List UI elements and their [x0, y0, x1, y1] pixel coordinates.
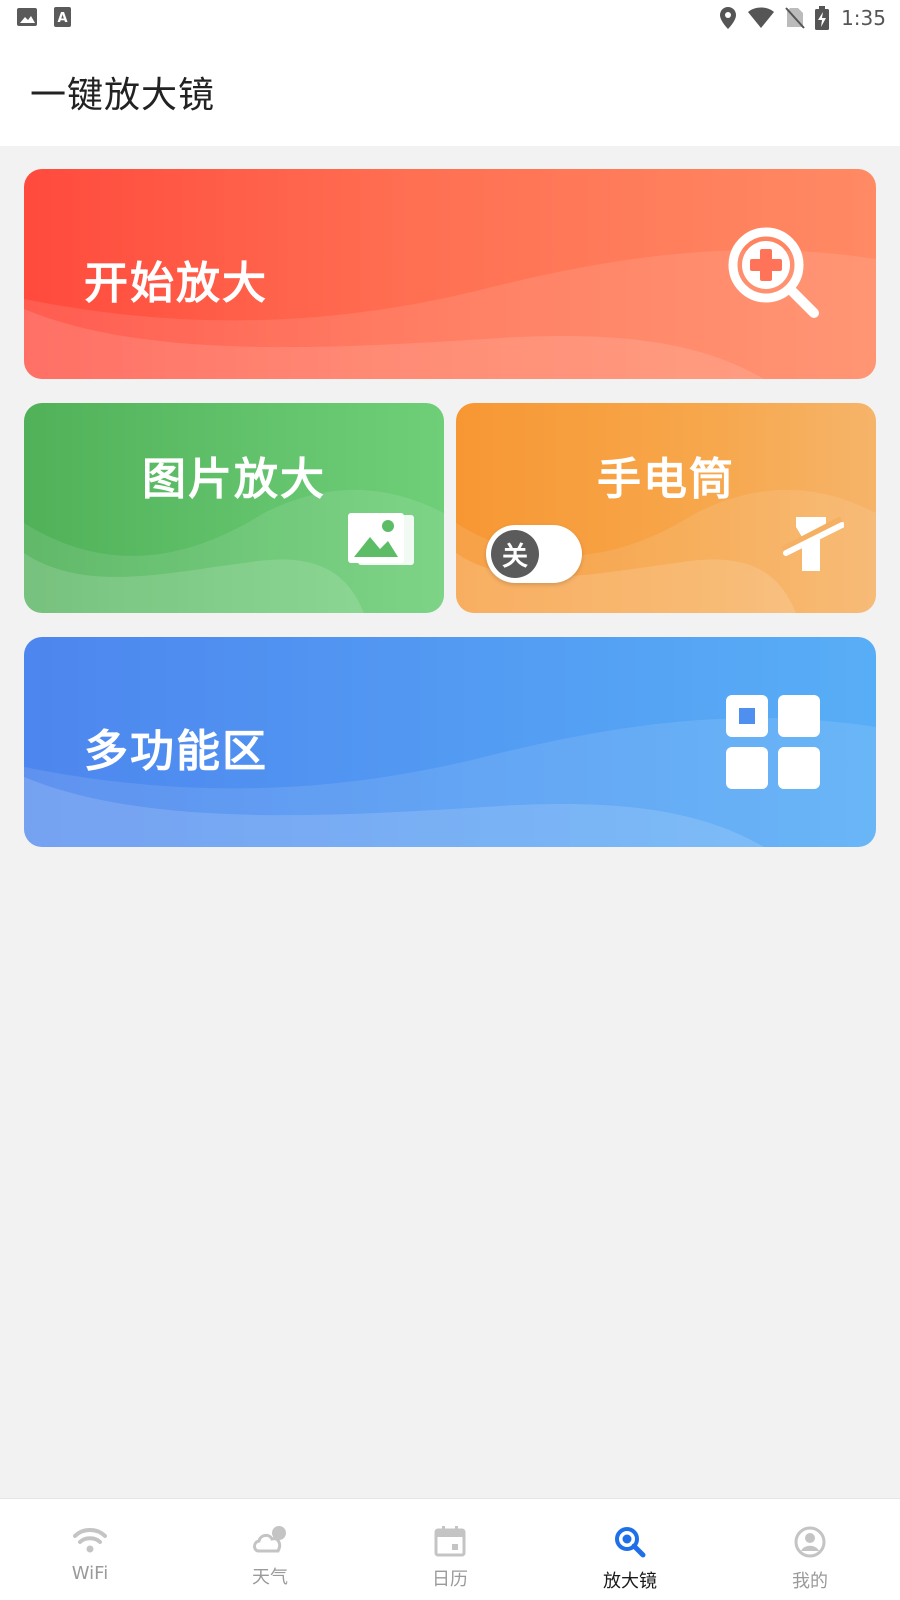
multi-function-card[interactable]: 多功能区 [24, 637, 876, 847]
flashlight-toggle[interactable]: 关 [486, 525, 582, 583]
profile-icon [793, 1525, 827, 1559]
multi-function-label: 多功能区 [84, 726, 268, 777]
status-time: 1:35 [841, 6, 886, 30]
start-zoom-label: 开始放大 [84, 258, 268, 309]
status-bar: A 1:35 [0, 0, 900, 36]
nav-label-magnifier: 放大镜 [603, 1571, 657, 1592]
font-icon: A [52, 6, 74, 28]
nav-item-magnifier[interactable]: 放大镜 [540, 1499, 720, 1600]
flashlight-off-icon [781, 513, 845, 577]
nav-label-weather: 天气 [252, 1567, 288, 1588]
toggle-knob: 关 [491, 530, 539, 578]
zoom-in-icon [726, 225, 822, 325]
nav-item-weather[interactable]: 天气 [180, 1499, 360, 1600]
nav-label-profile: 我的 [792, 1571, 828, 1592]
nav-label-wifi: WiFi [71, 1563, 109, 1584]
page-title: 一键放大镜 [30, 75, 216, 116]
battery-charging-icon [815, 6, 830, 30]
image-icon [16, 6, 38, 28]
image-zoom-label: 图片放大 [142, 454, 326, 505]
nav-item-wifi[interactable]: WiFi [0, 1499, 180, 1600]
bottom-navigation: WiFi 天气 日历 放大镜 我的 [0, 1498, 900, 1600]
location-icon [719, 6, 737, 30]
grid-icon [726, 695, 820, 793]
start-zoom-card[interactable]: 开始放大 [24, 169, 876, 379]
image-zoom-card[interactable]: 图片放大 [24, 403, 444, 613]
svg-text:A: A [57, 11, 67, 26]
wave-decoration [24, 489, 444, 613]
wifi-signal-icon [747, 7, 775, 29]
no-sim-icon [785, 7, 805, 29]
weather-cloud-icon [251, 1525, 289, 1555]
wifi-icon [73, 1525, 107, 1555]
calendar-icon [434, 1525, 466, 1557]
flashlight-label: 手电筒 [597, 454, 735, 505]
photo-icon [346, 511, 416, 573]
magnifier-icon [613, 1525, 647, 1559]
nav-item-calendar[interactable]: 日历 [360, 1499, 540, 1600]
nav-label-calendar: 日历 [432, 1569, 468, 1590]
nav-item-profile[interactable]: 我的 [720, 1499, 900, 1600]
flashlight-card[interactable]: 手电筒 关 [456, 403, 876, 613]
app-bar: 一键放大镜 [0, 36, 900, 146]
